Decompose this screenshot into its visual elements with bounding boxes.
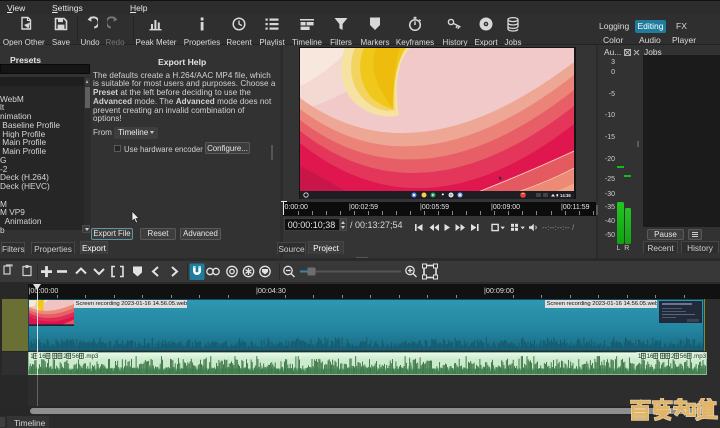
svg-text:56: 56 xyxy=(680,353,687,360)
svg-text:.mp3: .mp3 xyxy=(85,353,99,360)
svg-text:16: 16 xyxy=(647,353,654,360)
svg-text:56: 56 xyxy=(72,353,79,360)
svg-text:16: 16 xyxy=(39,353,46,360)
svg-text:.mp3: .mp3 xyxy=(692,353,706,360)
